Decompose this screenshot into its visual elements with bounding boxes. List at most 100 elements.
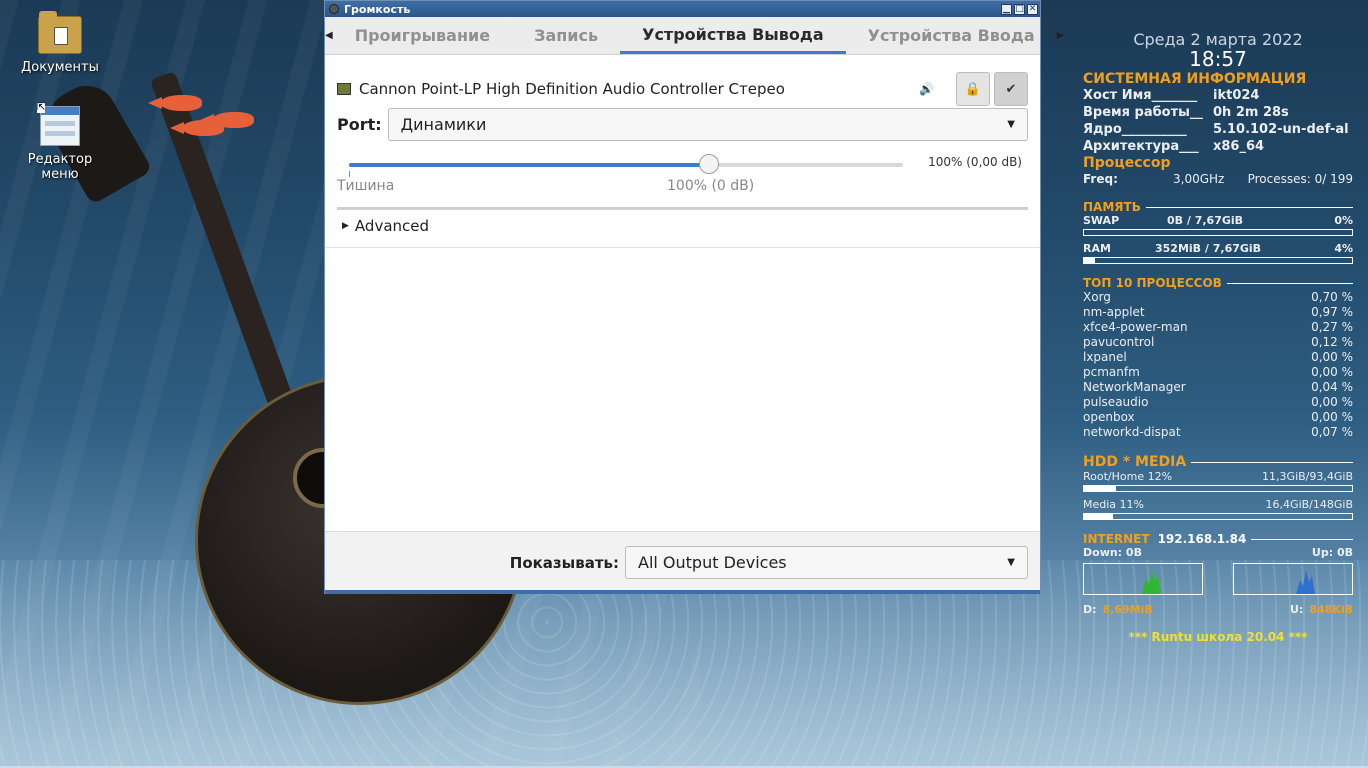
- speaker-icon: 🔊: [919, 82, 934, 96]
- advanced-expander[interactable]: ▶ Advanced: [342, 217, 429, 235]
- upload-graph: [1233, 563, 1353, 595]
- process-name: networkd-dispat: [1083, 425, 1181, 439]
- hdd-heading: HDD * MEDIA: [1083, 454, 1353, 470]
- process-row: NetworkManager 0,04 %: [1083, 380, 1353, 395]
- process-row: networkd-dispat 0,07 %: [1083, 425, 1353, 440]
- process-name: openbox: [1083, 410, 1135, 424]
- show-devices-select[interactable]: All Output Devices ▼: [625, 546, 1028, 579]
- port-row: Port: Динамики ▼: [337, 107, 1028, 141]
- download-graph: [1083, 563, 1203, 595]
- volume-slider-handle[interactable]: [699, 154, 720, 174]
- window-title: Громкость: [344, 2, 411, 16]
- tab-playback[interactable]: Проигрывание: [333, 17, 512, 54]
- tab-scroll-left-icon[interactable]: ◀: [325, 17, 333, 54]
- process-row: pcmanfm 0,00 %: [1083, 365, 1353, 380]
- process-row: lxpanel 0,00 %: [1083, 350, 1353, 365]
- cpu-heading: Процессор: [1083, 155, 1171, 171]
- swap-row: SWAP 0B / 7,67GiB 0%: [1083, 214, 1353, 227]
- chevron-down-icon: ▼: [1007, 118, 1015, 130]
- tab-bar: ◀ Проигрывание Запись Устройства Вывода …: [325, 17, 1064, 55]
- net-graphs: [1083, 563, 1353, 595]
- folder-icon: [38, 11, 82, 54]
- sysinfo-heading: СИСТЕМНАЯ ИНФОРМАЦИЯ: [1083, 71, 1307, 87]
- process-cpu: 0,00 %: [1311, 365, 1353, 379]
- wallpaper-fish: [200, 112, 254, 128]
- port-select[interactable]: Динамики ▼: [387, 107, 1028, 141]
- volume-slider[interactable]: [349, 154, 903, 174]
- sysinfo-row: Ядро__________ 5.10.102-un-def-al: [1083, 122, 1349, 137]
- expander-arrow-icon: ▶: [342, 221, 349, 231]
- process-row: pulseaudio 0,00 %: [1083, 395, 1353, 410]
- ram-bar: [1083, 257, 1353, 264]
- process-name: pcmanfm: [1083, 365, 1140, 379]
- cpu-row: Freq: 3,00GHz Processes: 0/ 199: [1083, 171, 1353, 188]
- process-cpu: 0,97 %: [1311, 305, 1353, 319]
- root-disk-bar: [1083, 485, 1353, 492]
- window-bottom-border: [325, 590, 1040, 594]
- tab-recording[interactable]: Запись: [512, 17, 620, 54]
- minimize-button[interactable]: ▁: [1001, 3, 1012, 15]
- tab-input-devices[interactable]: Устройства Ввода: [846, 17, 1057, 54]
- tab-content: Cannon Point-LP High Definition Audio Co…: [325, 55, 1040, 593]
- device-list-empty-area: [325, 247, 1040, 530]
- volume-control-window: Громкость ▁ □ ✕ ◀ Проигрывание Запись Ус…: [324, 0, 1064, 594]
- advanced-label: Advanced: [354, 217, 430, 235]
- net-total-row: D: 8,69MiB U: 848KiB: [1083, 603, 1353, 616]
- sound-card-icon: [337, 83, 351, 95]
- net-speed-row: Down: 0B Up: 0B: [1083, 546, 1353, 559]
- process-row: openbox 0,00 %: [1083, 410, 1353, 425]
- process-name: Xorg: [1083, 290, 1111, 304]
- distro-banner: *** Runtu школа 20.04 ***: [1128, 630, 1308, 644]
- ip-address: 192.168.1.84: [1157, 532, 1247, 546]
- process-row: pavucontrol 0,12 %: [1083, 335, 1353, 350]
- process-name: xfce4-power-man: [1083, 320, 1188, 334]
- chevron-down-icon: ▼: [1007, 557, 1015, 568]
- menu-editor-icon: ⇱: [37, 103, 80, 146]
- process-cpu: 0,12 %: [1311, 335, 1353, 349]
- desktop-icon-menu-editor[interactable]: ⇱ Редактор меню: [10, 103, 110, 183]
- process-name: pavucontrol: [1083, 335, 1155, 349]
- process-cpu: 0,27 %: [1311, 320, 1353, 334]
- check-icon: ✔: [1005, 81, 1017, 97]
- lock-icon: 🔒: [964, 81, 982, 97]
- process-cpu: 0,00 %: [1311, 410, 1353, 424]
- process-cpu: 0,70 %: [1311, 290, 1353, 304]
- close-button[interactable]: ✕: [1027, 3, 1038, 15]
- process-cpu: 0,04 %: [1311, 380, 1353, 394]
- separator: [337, 207, 1028, 210]
- top-processes-heading: ТОП 10 ПРОЦЕССОВ: [1083, 276, 1353, 290]
- conky-monitor: Среда 2 марта 2022 18:57 СИСТЕМНАЯ ИНФОР…: [1083, 30, 1353, 644]
- conky-time: 18:57: [1189, 47, 1247, 71]
- port-select-value: Динамики: [400, 114, 487, 134]
- maximize-button[interactable]: □: [1014, 3, 1025, 15]
- device-header: Cannon Point-LP High Definition Audio Co…: [337, 69, 1028, 109]
- tab-scroll-right-icon[interactable]: ▶: [1057, 17, 1065, 54]
- device-name: Cannon Point-LP High Definition Audio Co…: [359, 80, 785, 98]
- process-name: NetworkManager: [1083, 380, 1186, 394]
- process-row: xfce4-power-man 0,27 %: [1083, 320, 1353, 335]
- process-count: Processes: 0/ 199: [1247, 172, 1353, 186]
- media-disk-row: Media 11% 16,4GiB/148GiB: [1083, 498, 1353, 511]
- show-label: Показывать:: [509, 553, 619, 572]
- mark-silence: Тишина: [337, 178, 395, 194]
- window-titlebar[interactable]: Громкость ▁ □ ✕: [325, 1, 1040, 17]
- desktop-icon-label: Редактор меню: [27, 152, 93, 182]
- sysinfo-row: Архитектура___ x86_64: [1083, 139, 1265, 154]
- process-name: lxpanel: [1083, 350, 1127, 364]
- freq-label: Freq:: [1083, 172, 1118, 186]
- process-row: Xorg 0,70 %: [1083, 290, 1353, 305]
- desktop-icon-label: Документы: [21, 60, 99, 75]
- app-icon: [329, 4, 339, 14]
- desktop-icon-documents[interactable]: Документы: [10, 11, 110, 75]
- slider-tick: [349, 171, 350, 177]
- ram-row: RAM 352MiB / 7,67GiB 4%: [1083, 242, 1353, 255]
- mute-toggle-button[interactable]: 🔒: [956, 72, 990, 106]
- tab-output-devices[interactable]: Устройства Вывода: [620, 17, 846, 54]
- process-cpu: 0,07 %: [1311, 425, 1353, 439]
- media-disk-bar: [1083, 513, 1353, 520]
- process-row: nm-applet 0,97 %: [1083, 305, 1353, 320]
- process-cpu: 0,00 %: [1311, 350, 1353, 364]
- default-device-button[interactable]: ✔: [994, 72, 1028, 106]
- sysinfo-row: Хост Имя_______ ikt024: [1083, 88, 1260, 103]
- volume-readout: 100% (0,00 dB): [928, 155, 1022, 169]
